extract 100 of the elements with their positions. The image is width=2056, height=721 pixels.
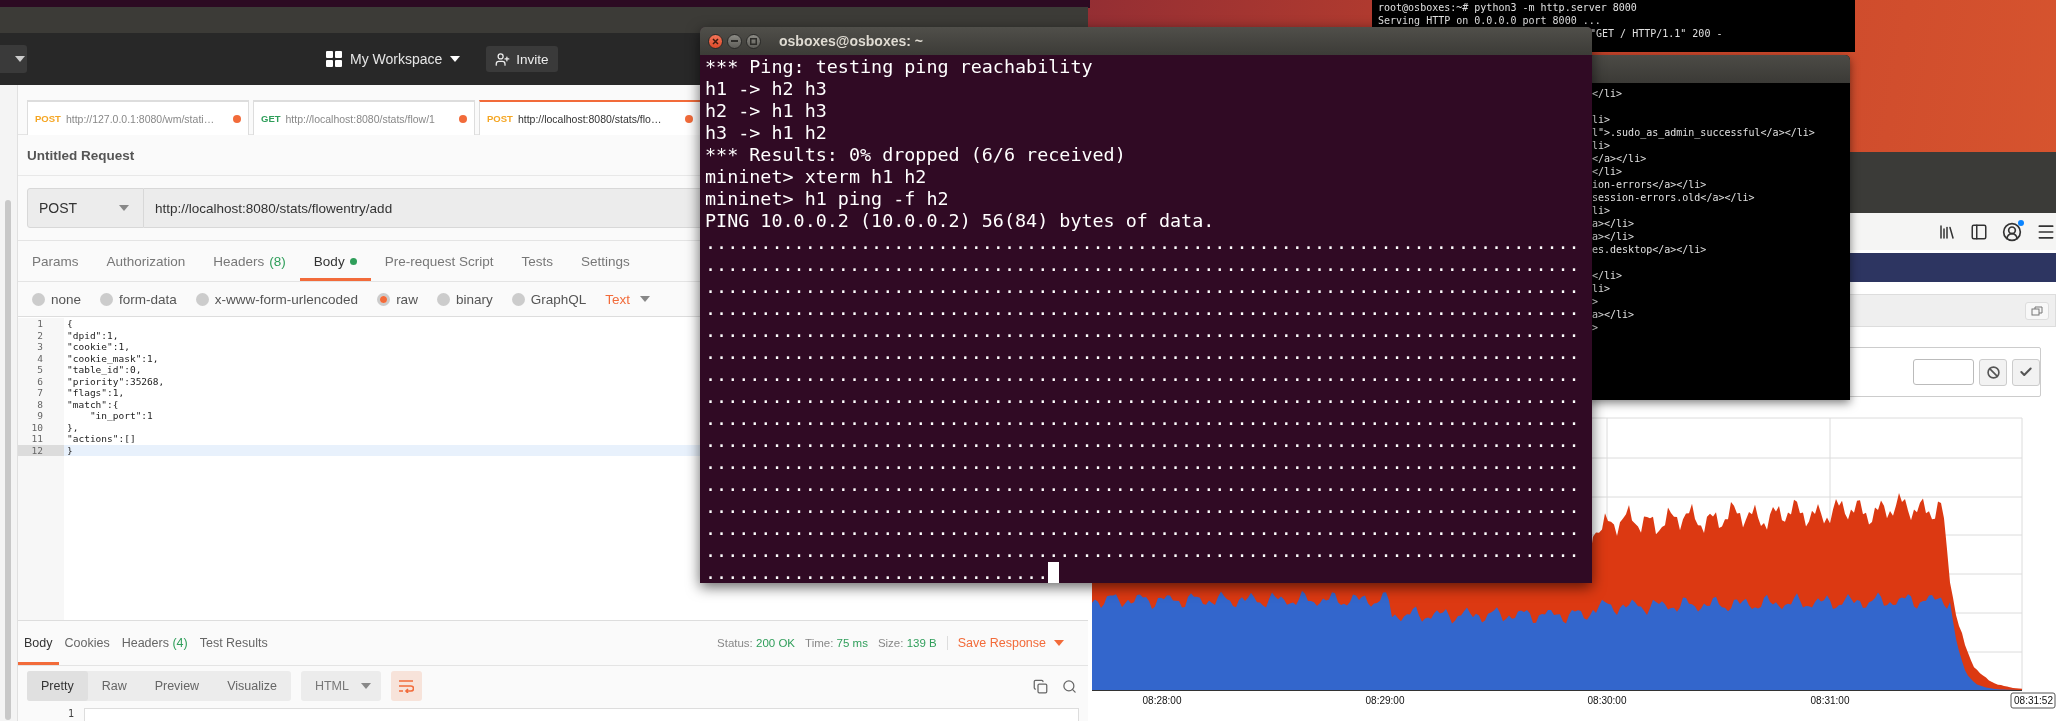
code-line: "match":{	[66, 398, 119, 410]
terminal-line: li>	[1592, 113, 1612, 126]
terminal-line: PING 10.0.0.2 (10.0.0.2) 56(84) bytes of data.	[705, 210, 1215, 232]
request-tab[interactable]: POST http://localhost:8080/stats/flo…	[479, 100, 701, 135]
dropdown-button[interactable]	[0, 45, 27, 73]
code-line: "dpid":1,	[66, 329, 119, 341]
terminal-line: ...............................................................................	[705, 276, 1580, 298]
minimize-icon	[731, 40, 738, 42]
input-field[interactable]	[1913, 359, 1974, 385]
method-label: POST	[35, 113, 61, 124]
terminal-line: "GET / HTTP/1.1" 200 -	[1590, 27, 1724, 40]
status-text: Status: 200 OK	[717, 637, 796, 649]
time-text: Time: 75 ms	[805, 637, 868, 649]
response-tab[interactable]: Body	[18, 621, 59, 665]
request-tab[interactable]: GET http://localhost:8080/stats/flow/1	[253, 100, 475, 135]
caret-icon	[639, 296, 650, 302]
terminal-line: Serving HTTP on 0.0.0.0 port 8000 ...	[1378, 14, 1602, 27]
confirm-button[interactable]	[2012, 358, 2040, 386]
user-plus-icon	[495, 51, 511, 67]
code-line: "cookie_mask":1,	[66, 352, 159, 364]
terminal-line: es.desktop</a></li>	[1592, 243, 1708, 256]
workspace-button[interactable]: My Workspace	[322, 47, 465, 71]
view-mode-button[interactable]: Visualize	[213, 671, 291, 701]
terminal-line: ion-errors</a></li>	[1592, 178, 1708, 191]
response-tab[interactable]: Test Results	[193, 621, 274, 665]
terminal-line: h1 -> h2 h3	[705, 78, 827, 100]
sidebar-icon[interactable]	[1970, 222, 1988, 241]
caret-icon	[360, 683, 371, 689]
terminal-line: </li>	[1592, 87, 1624, 100]
body-type-radio[interactable]: x-www-form-urlencoded	[195, 291, 359, 307]
terminal-line: ...............................................................................	[705, 232, 1580, 254]
request-option-tab[interactable]: Headers (8)	[199, 241, 300, 281]
maximize-icon	[750, 37, 757, 45]
view-mode-button[interactable]: Raw	[87, 671, 141, 701]
close-button[interactable]	[708, 33, 723, 49]
library-icon[interactable]	[1938, 222, 1956, 241]
response-tab[interactable]: Cookies	[58, 621, 116, 665]
request-option-tab[interactable]: Pre-request Script	[370, 241, 508, 281]
code-line: "table_id":0,	[66, 364, 142, 376]
check-icon	[2019, 365, 2033, 379]
terminal-line: ...............................................................................	[705, 254, 1580, 276]
view-mode-button[interactable]: Preview	[140, 671, 214, 701]
method-select[interactable]: POST	[27, 188, 144, 228]
line-number: 3	[18, 341, 64, 353]
terminal-line: </a></li>	[1592, 152, 1648, 165]
view-mode-button[interactable]: Pretty	[27, 671, 88, 701]
cancel-icon	[1986, 365, 2000, 379]
method-label: GET	[261, 113, 281, 124]
request-option-tab[interactable]: Settings	[566, 241, 644, 281]
body-type-radio[interactable]: GraphQL	[511, 291, 587, 307]
scrollbar[interactable]	[5, 200, 11, 720]
text-cursor	[1048, 562, 1060, 583]
cancel-button[interactable]	[1979, 358, 2007, 386]
response-tab[interactable]: Headers (4)	[115, 621, 194, 665]
account-icon[interactable]	[2002, 221, 2022, 242]
caret-icon	[15, 56, 25, 62]
tab-url: http://localhost:8080/stats/flow/1	[285, 112, 436, 125]
terminal-line: *** Results: 0% dropped (6/6 received)	[705, 144, 1126, 166]
request-option-tab[interactable]: Tests	[507, 241, 567, 281]
request-option-tab[interactable]: Authorization	[92, 241, 200, 281]
body-type-radio[interactable]: none	[32, 291, 82, 307]
line-number: 9	[18, 410, 64, 422]
code-line: "actions":[]	[66, 433, 136, 445]
terminal-line: a></li>	[1592, 217, 1636, 230]
axis-label: 08:29:00	[1365, 695, 1405, 706]
terminal-line: >	[1592, 321, 1600, 334]
terminal-line: li>	[1592, 204, 1612, 217]
code-line: "flags":1,	[66, 387, 125, 399]
axis-label: 08:28:00	[1142, 695, 1182, 706]
code-line: }	[66, 444, 73, 456]
axis-label: 08:30:00	[1587, 695, 1627, 706]
terminal-line: mininet> xterm h1 h2	[705, 166, 927, 188]
method-label: POST	[487, 113, 513, 124]
line-number: 11	[18, 433, 64, 445]
terminal-line: >	[1592, 295, 1600, 308]
request-tab[interactable]: POST http://127.0.0.1:8080/wm/stati…	[27, 100, 249, 135]
axis-label: 08:31:00	[1810, 695, 1850, 706]
axis-label: 08:31:52	[2010, 692, 2056, 709]
tab-url: http://localhost:8080/stats/flo…	[517, 112, 663, 125]
body-type-radio[interactable]: binary	[436, 291, 493, 307]
restore-icon	[2031, 305, 2043, 316]
restore-button[interactable]	[2025, 301, 2049, 320]
terminal-line: a></li>	[1592, 230, 1636, 243]
minimize-button[interactable]	[727, 33, 742, 49]
url-field[interactable]: http://localhost:8080/stats/flowentry/add	[144, 188, 701, 228]
caret-icon	[119, 205, 129, 211]
terminal-line: a></li>	[1592, 308, 1636, 321]
body-type-radio[interactable]: raw	[377, 291, 418, 307]
request-option-tab[interactable]: Params	[18, 241, 93, 281]
body-type-radio[interactable]: form-data	[100, 291, 177, 307]
line-number: 1	[18, 318, 64, 330]
format-select[interactable]: HTML	[300, 671, 381, 701]
maximize-button[interactable]	[746, 33, 761, 49]
request-option-tab[interactable]: Body	[299, 241, 371, 281]
line-number: 1	[66, 708, 75, 721]
code-line: {	[66, 318, 73, 330]
code-line: "priority":35268,	[66, 375, 165, 387]
invite-button[interactable]: Invite	[486, 46, 558, 72]
terminal-line: mininet> h1 ping -f h2	[705, 188, 949, 210]
terminal-line: ...............................	[705, 562, 1049, 583]
